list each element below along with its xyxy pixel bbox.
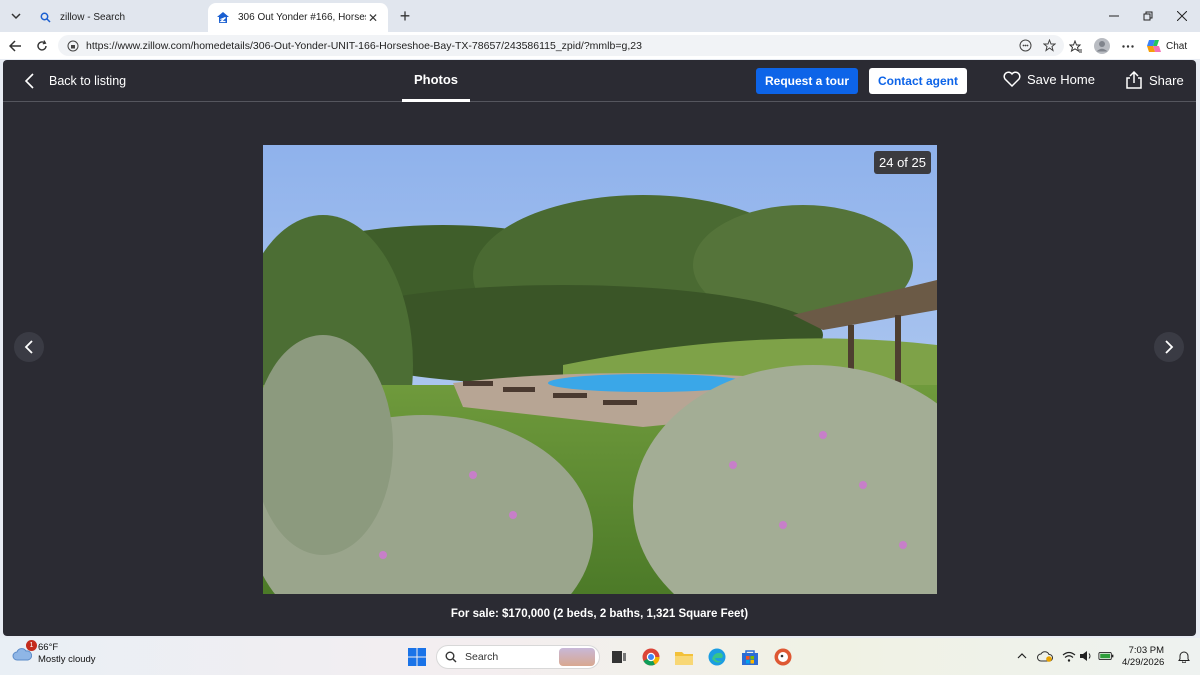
system-clock[interactable]: 7:03 PM 4/29/2026 — [1122, 645, 1164, 669]
edge-icon[interactable] — [706, 646, 728, 668]
save-home-label: Save Home — [1027, 71, 1095, 87]
share-icon — [1126, 71, 1142, 89]
photo-counter: 24 of 25 — [874, 151, 931, 174]
search-favicon-icon — [38, 11, 52, 25]
browser-tab-strip: zillow - Search 306 Out Yonder #166, Hor… — [0, 0, 1200, 32]
profile-avatar-icon[interactable] — [1092, 36, 1112, 56]
taskbar-search-box[interactable]: Search — [436, 645, 600, 669]
tab-title: 306 Out Yonder #166, Horseshoe B — [238, 12, 366, 23]
viewer-top-bar: Back to listing Photos Request a tour Co… — [3, 60, 1196, 102]
previous-photo-button[interactable] — [14, 332, 44, 362]
battery-icon[interactable] — [1098, 648, 1114, 664]
address-bar-row: https://www.zillow.com/homedetails/306-O… — [0, 32, 1200, 59]
chrome-icon[interactable] — [640, 646, 662, 668]
share-label: Share — [1149, 72, 1184, 88]
favorite-star-icon[interactable] — [1040, 37, 1058, 55]
heart-icon — [1003, 71, 1021, 87]
tab-listing[interactable]: 306 Out Yonder #166, Horseshoe B ✕ — [208, 3, 388, 32]
weather-widget[interactable]: 1 66°F Mostly cloudy — [12, 640, 96, 666]
windows-start-icon[interactable] — [408, 648, 426, 666]
reading-view-icon[interactable] — [1016, 37, 1034, 55]
chevron-left-icon — [24, 340, 33, 354]
photo-viewer: Back to listing Photos Request a tour Co… — [3, 60, 1196, 636]
favorites-icon[interactable] — [1066, 36, 1086, 56]
minimize-icon[interactable] — [1104, 6, 1124, 26]
next-photo-button[interactable] — [1154, 332, 1184, 362]
tab-zillow-search[interactable]: zillow - Search — [30, 3, 206, 32]
tab-photos[interactable]: Photos — [402, 60, 470, 102]
site-info-icon[interactable] — [66, 39, 80, 53]
share-button[interactable]: Share — [1125, 71, 1184, 89]
url-text[interactable]: https://www.zillow.com/homedetails/306-O… — [86, 40, 1016, 52]
taskbar: 1 66°F Mostly cloudy Search 7:03 PM 4/29… — [0, 638, 1200, 675]
search-placeholder: Search — [465, 651, 499, 663]
microsoft-store-icon[interactable] — [739, 646, 761, 668]
show-hidden-icons-chevron-up-icon[interactable] — [1014, 648, 1030, 664]
search-icon — [445, 651, 457, 663]
chevron-down-icon — [11, 13, 21, 20]
new-tab-button[interactable]: + — [394, 5, 416, 27]
clock-time: 7:03 PM — [1128, 645, 1164, 656]
wifi-icon[interactable] — [1061, 648, 1077, 664]
contact-agent-button[interactable]: Contact agent — [869, 68, 967, 94]
weather-temperature: 66°F — [38, 642, 59, 653]
chat-label: Chat — [1166, 40, 1188, 52]
weather-alert-badge: 1 — [26, 640, 37, 651]
photo-caption: For sale: $170,000 (2 beds, 2 baths, 1,3… — [450, 608, 749, 620]
chevron-left-icon — [21, 71, 37, 91]
request-tour-button[interactable]: Request a tour — [756, 68, 858, 94]
back-to-listing-link[interactable]: Back to listing — [21, 71, 126, 91]
file-explorer-icon[interactable] — [673, 646, 695, 668]
close-tab-icon[interactable]: ✕ — [366, 11, 380, 25]
back-arrow-icon[interactable] — [5, 36, 25, 56]
copilot-icon — [1147, 40, 1161, 52]
address-bar[interactable]: https://www.zillow.com/homedetails/306-O… — [58, 35, 1064, 56]
volume-icon[interactable] — [1078, 648, 1094, 664]
task-view-icon[interactable] — [608, 646, 630, 668]
tab-title: zillow - Search — [60, 12, 126, 23]
chevron-right-icon — [1165, 340, 1174, 354]
search-highlight-image — [559, 648, 595, 666]
clock-date: 4/29/2026 — [1122, 657, 1165, 668]
restore-icon[interactable] — [1138, 6, 1158, 26]
listing-photo — [263, 145, 937, 594]
notification-bell-icon[interactable] — [1176, 648, 1192, 664]
back-label: Back to listing — [49, 74, 127, 88]
copilot-chat-button[interactable]: Chat — [1146, 36, 1187, 56]
close-window-icon[interactable] — [1172, 6, 1192, 26]
onedrive-icon[interactable] — [1037, 648, 1053, 664]
tab-actions-menu-button[interactable] — [4, 5, 28, 27]
refresh-icon[interactable] — [32, 36, 52, 56]
duckduckgo-icon[interactable] — [772, 646, 794, 668]
save-home-button[interactable]: Save Home — [1003, 71, 1095, 87]
zillow-favicon-icon — [216, 11, 230, 25]
weather-description: Mostly cloudy — [38, 654, 96, 665]
more-options-icon[interactable] — [1118, 36, 1138, 56]
